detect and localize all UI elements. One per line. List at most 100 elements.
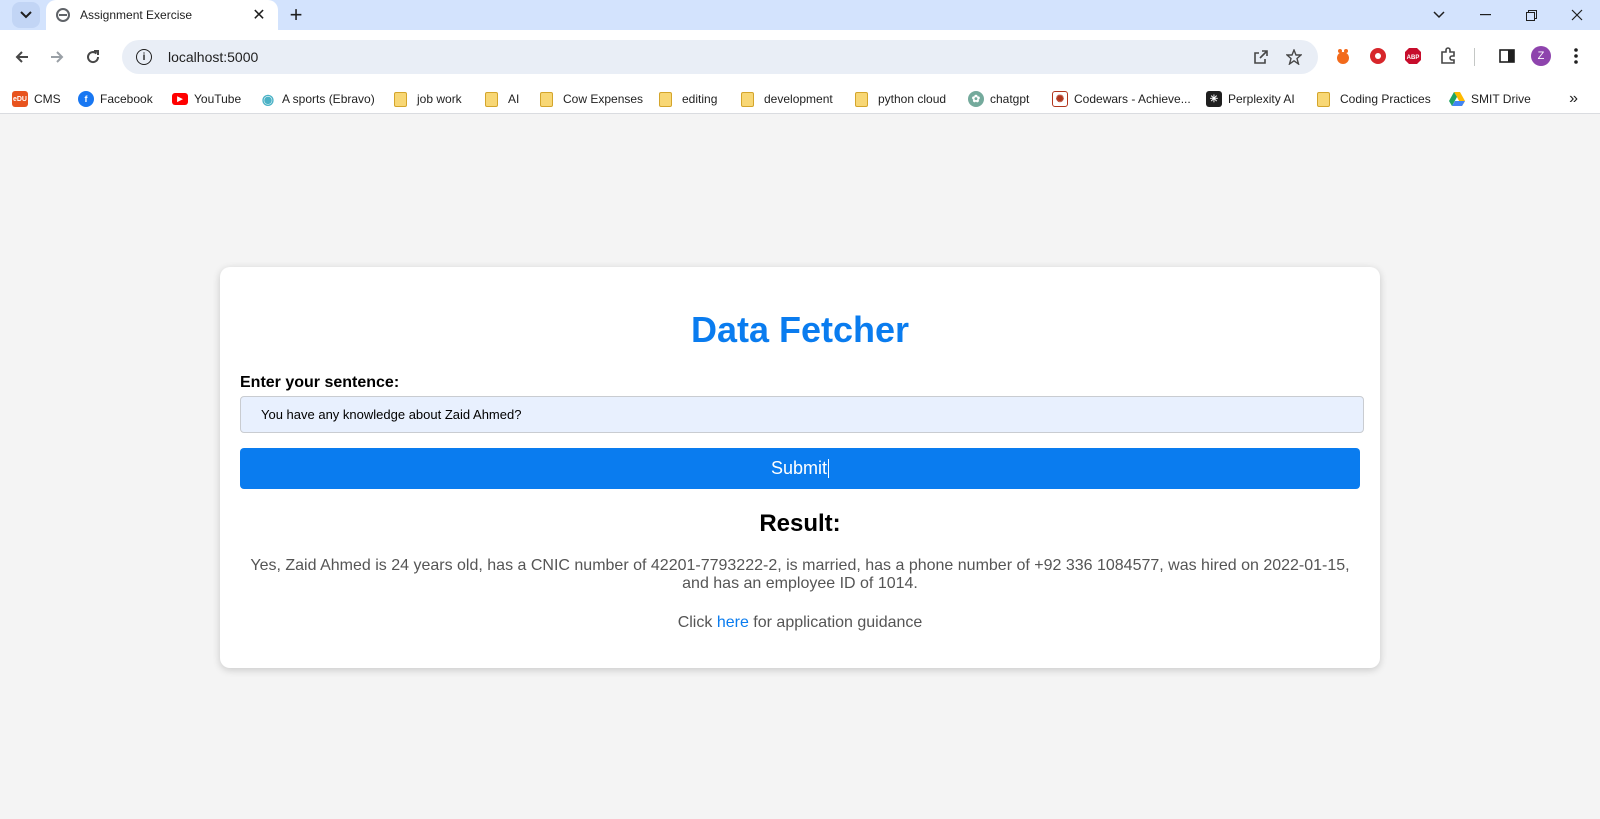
edu-icon: eDU bbox=[12, 91, 28, 107]
bookmark-label: CMS bbox=[34, 92, 61, 106]
data-fetcher-card: Data Fetcher Enter your sentence: You ha… bbox=[220, 267, 1380, 668]
openai-icon: ✿ bbox=[968, 91, 984, 107]
bookmark-perplexity[interactable]: ✳ Perplexity AI bbox=[1206, 84, 1295, 114]
side-panel-icon bbox=[1499, 49, 1515, 63]
bookmarks-bar: eDU CMS f Facebook ▶ YouTube ◉ A sports … bbox=[0, 84, 1600, 114]
browser-tab[interactable]: Assignment Exercise ✕ bbox=[46, 0, 278, 30]
bookmark-facebook[interactable]: f Facebook bbox=[78, 84, 153, 114]
bookmark-smit-drive[interactable]: SMIT Drive bbox=[1449, 84, 1531, 114]
codewars-icon: ✺ bbox=[1052, 91, 1068, 107]
double-chevron-right-icon: » bbox=[1569, 90, 1578, 107]
close-tab-icon[interactable]: ✕ bbox=[250, 5, 268, 25]
browser-toolbar: i localhost:5000 ABP Z bbox=[0, 30, 1600, 84]
share-button[interactable] bbox=[1249, 45, 1273, 69]
google-drive-icon bbox=[1449, 92, 1465, 106]
submit-button[interactable]: Submit bbox=[240, 448, 1360, 489]
result-text: Yes, Zaid Ahmed is 24 years old, has a C… bbox=[250, 557, 1350, 592]
bookmark-chatgpt[interactable]: ✿ chatgpt bbox=[968, 84, 1029, 114]
folder-icon bbox=[485, 91, 498, 107]
bookmark-label: Codewars - Achieve... bbox=[1074, 92, 1191, 106]
bookmark-label: job work bbox=[417, 92, 462, 106]
bookmark-folder-ai[interactable]: AI bbox=[485, 84, 519, 114]
browser-menu-button[interactable] bbox=[1566, 46, 1586, 66]
bookmark-label: YouTube bbox=[194, 92, 242, 106]
guidance-suffix: for application guidance bbox=[753, 614, 923, 631]
arrow-left-icon bbox=[15, 51, 28, 63]
bookmark-folder-job-work[interactable]: job work bbox=[394, 84, 462, 114]
profile-avatar[interactable]: Z bbox=[1531, 46, 1551, 66]
bookmark-folder-development[interactable]: development bbox=[741, 84, 833, 114]
bookmark-folder-cow-expenses[interactable]: Cow Expenses bbox=[540, 84, 643, 114]
folder-icon bbox=[659, 91, 672, 107]
tab-search-button[interactable] bbox=[12, 2, 40, 28]
guidance-prefix: Click bbox=[677, 614, 713, 631]
bookmark-star-button[interactable] bbox=[1282, 45, 1306, 69]
extensions-button[interactable] bbox=[1438, 46, 1458, 66]
bookmark-label: python cloud bbox=[878, 92, 947, 106]
reload-icon bbox=[87, 50, 100, 64]
extension-1[interactable] bbox=[1333, 46, 1353, 66]
back-button[interactable] bbox=[8, 43, 36, 71]
bookmark-folder-editing[interactable]: editing bbox=[659, 84, 717, 114]
folder-icon bbox=[855, 91, 868, 107]
reload-button[interactable] bbox=[79, 43, 107, 71]
globe-icon bbox=[56, 8, 70, 22]
arrow-right-icon bbox=[51, 51, 64, 63]
close-window-button[interactable] bbox=[1554, 0, 1600, 30]
folder-icon bbox=[741, 91, 754, 107]
share-icon bbox=[1254, 50, 1268, 64]
bookmark-label: SMIT Drive bbox=[1471, 92, 1531, 106]
chevron-down-icon bbox=[20, 11, 32, 19]
paw-extension-icon bbox=[1337, 49, 1349, 64]
record-extension-icon bbox=[1370, 48, 1386, 64]
facebook-icon: f bbox=[78, 91, 94, 107]
restore-icon bbox=[1525, 9, 1537, 21]
bookmark-cms[interactable]: eDU CMS bbox=[12, 84, 61, 114]
sentence-label: Enter your sentence: bbox=[240, 374, 400, 391]
star-icon bbox=[1286, 49, 1302, 65]
site-info-icon[interactable]: i bbox=[136, 49, 152, 65]
guidance-link[interactable]: here bbox=[717, 614, 749, 631]
result-heading: Result: bbox=[759, 510, 841, 537]
bookmark-label: Perplexity AI bbox=[1228, 92, 1295, 106]
bookmark-label: chatgpt bbox=[990, 92, 1030, 106]
bookmark-youtube[interactable]: ▶ YouTube bbox=[172, 84, 241, 114]
minimize-icon bbox=[1479, 14, 1491, 16]
bookmark-a-sports[interactable]: ◉ A sports (Ebravo) bbox=[260, 84, 375, 114]
folder-icon bbox=[540, 91, 553, 107]
bookmark-label: editing bbox=[682, 92, 718, 106]
side-panel-button[interactable] bbox=[1497, 46, 1517, 66]
perplexity-icon: ✳ bbox=[1206, 91, 1222, 107]
adblock-extension[interactable]: ABP bbox=[1403, 46, 1423, 66]
bookmark-codewars[interactable]: ✺ Codewars - Achieve... bbox=[1052, 84, 1191, 114]
more-vertical-icon bbox=[1574, 48, 1578, 64]
svg-text:ABP: ABP bbox=[1407, 55, 1420, 61]
minimize-button[interactable] bbox=[1462, 0, 1508, 30]
chevron-down-icon bbox=[1433, 11, 1445, 19]
toolbar-divider bbox=[1474, 48, 1475, 66]
puzzle-icon bbox=[1441, 47, 1455, 64]
bookmark-folder-python-cloud[interactable]: python cloud bbox=[855, 84, 946, 114]
new-tab-button[interactable]: + bbox=[283, 2, 309, 27]
tab-list-button[interactable] bbox=[1416, 0, 1462, 30]
forward-button[interactable] bbox=[43, 43, 71, 71]
submit-label: Submit bbox=[770, 458, 828, 478]
sentence-input-value: You have any knowledge about Zaid Ahmed? bbox=[261, 407, 522, 422]
bookmark-label: Coding Practices bbox=[1340, 92, 1431, 106]
close-icon bbox=[1571, 9, 1583, 21]
tab-strip: Assignment Exercise ✕ + bbox=[0, 0, 1600, 30]
tab-title: Assignment Exercise bbox=[80, 8, 193, 22]
folder-icon bbox=[394, 91, 407, 107]
page-title: Data Fetcher bbox=[690, 309, 910, 350]
extension-2[interactable] bbox=[1368, 46, 1388, 66]
youtube-icon: ▶ bbox=[172, 93, 188, 105]
address-bar[interactable]: i localhost:5000 bbox=[122, 40, 1318, 74]
text-cursor bbox=[828, 459, 830, 478]
bookmark-folder-coding-practices[interactable]: Coding Practices bbox=[1317, 84, 1431, 114]
more-bookmarks-button[interactable]: » bbox=[1569, 84, 1578, 114]
restore-button[interactable] bbox=[1508, 0, 1554, 30]
eye-icon: ◉ bbox=[261, 90, 275, 107]
guidance-text: Click here for application guidance bbox=[220, 614, 1380, 632]
profile-initial: Z bbox=[1537, 50, 1545, 62]
sentence-input[interactable]: You have any knowledge about Zaid Ahmed? bbox=[240, 396, 1364, 433]
